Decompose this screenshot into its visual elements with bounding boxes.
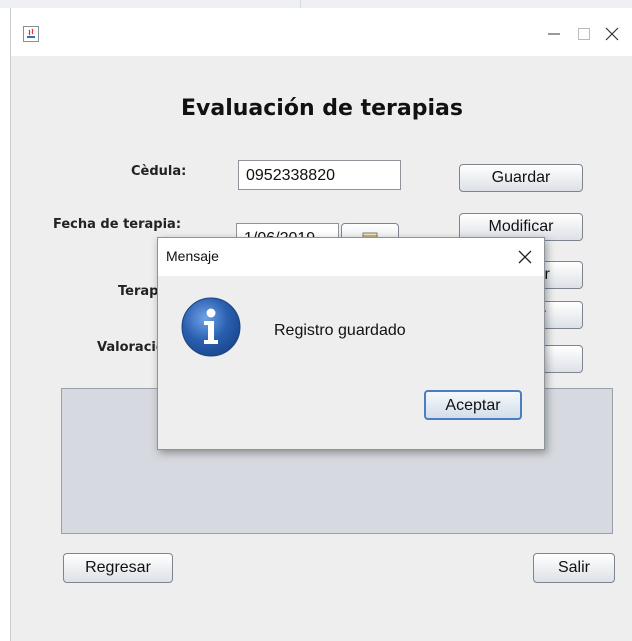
maximize-icon <box>578 28 590 40</box>
page-title: Evaluación de terapias <box>181 96 463 121</box>
dialog-message: Registro guardado <box>274 322 406 339</box>
aceptar-button[interactable]: Aceptar <box>424 390 522 420</box>
close-button[interactable] <box>597 22 627 46</box>
close-icon <box>518 250 532 264</box>
fecha-label: Fecha de terapia: <box>53 217 182 232</box>
divider <box>300 0 301 8</box>
salir-button[interactable]: Salir <box>533 553 615 583</box>
desktop-strip <box>0 0 632 8</box>
maximize-button[interactable] <box>569 22 599 46</box>
dialog-close-button[interactable] <box>514 246 536 268</box>
close-icon <box>605 27 619 41</box>
cedula-input[interactable]: 0952338820 <box>238 160 401 190</box>
window-titlebar[interactable] <box>11 8 632 56</box>
guardar-button[interactable]: Guardar <box>459 164 583 192</box>
cedula-label: Cèdula: <box>131 164 187 179</box>
minimize-button[interactable] <box>539 22 569 46</box>
minimize-icon <box>548 33 560 35</box>
java-app-icon <box>23 26 39 42</box>
dialog-title: Mensaje <box>166 248 219 264</box>
dialog-titlebar[interactable]: Mensaje <box>158 238 544 276</box>
regresar-button[interactable]: Regresar <box>63 553 173 583</box>
message-dialog: Mensaje Registro guardado Aceptar <box>157 237 545 450</box>
info-icon <box>180 296 242 358</box>
